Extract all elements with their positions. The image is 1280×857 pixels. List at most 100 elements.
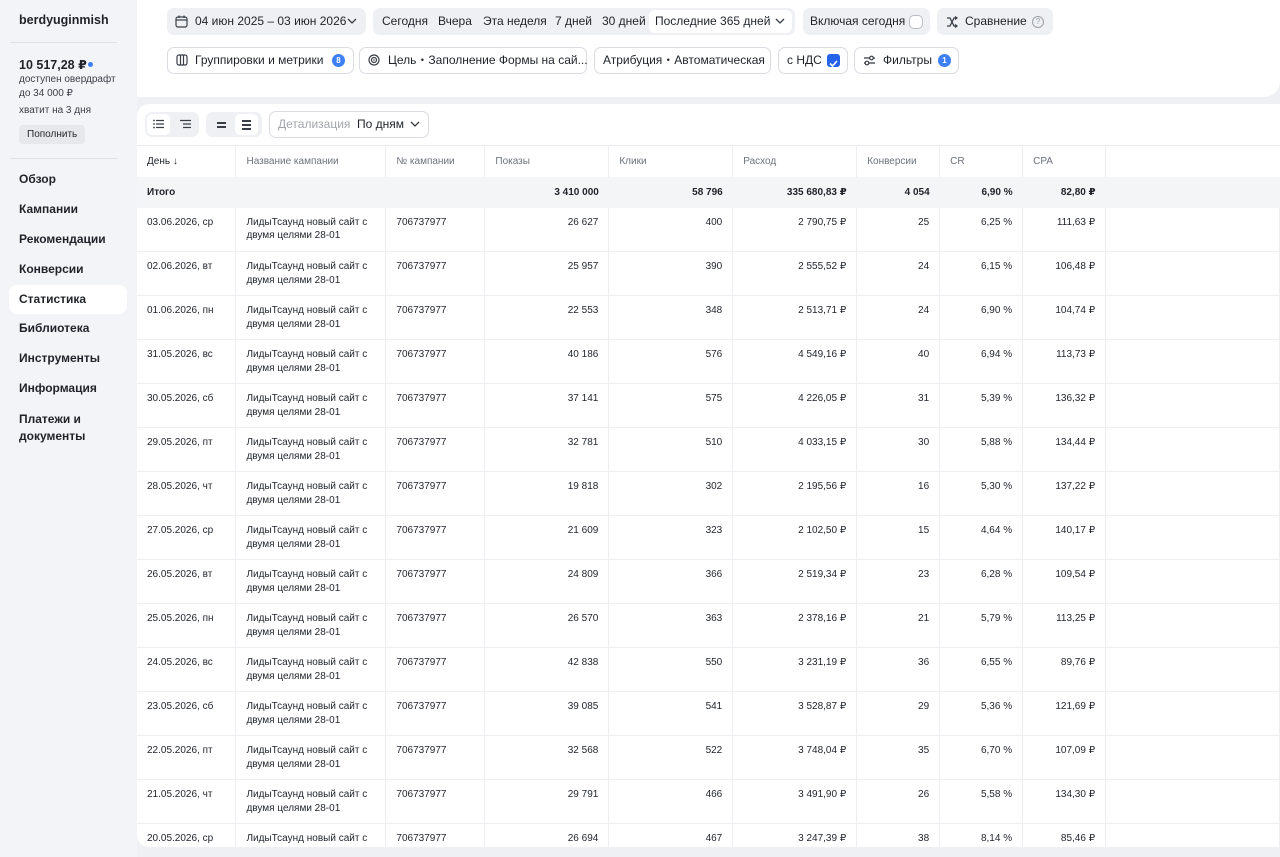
period-this-week[interactable]: Эта неделя [483, 8, 547, 35]
cell-campaign-name[interactable]: ЛидыТсаунд новый сайт с двумя целями 28-… [235, 515, 387, 560]
comfortable-density-button[interactable] [235, 114, 258, 135]
column-header-conversions[interactable]: Конверсии [856, 145, 941, 177]
cell-cpa: 106,48 ₽ [1022, 251, 1107, 296]
compact-density-button[interactable] [210, 114, 233, 135]
table-row[interactable]: 24.05.2026, вс ЛидыТсаунд новый сайт с дв… [137, 647, 1280, 692]
period-365-days[interactable]: Последние 365 дней [649, 10, 792, 33]
column-header-cpa[interactable]: CPA [1022, 145, 1107, 177]
table-row[interactable]: 27.05.2026, ср ЛидыТсаунд новый сайт с дв… [137, 515, 1280, 560]
cell-campaign-name[interactable]: ЛидыТсаунд новый сайт с двумя целями 28-… [235, 647, 387, 692]
filters-button[interactable]: Фильтры 1 [854, 47, 959, 74]
cell-impressions: 26 570 [484, 603, 610, 648]
column-header-cr[interactable]: CR [939, 145, 1024, 177]
cell-spend: 4 033,15 ₽ [732, 427, 858, 472]
list-icon [153, 119, 164, 129]
total-clicks: 58 796 [608, 176, 733, 208]
statistics-panel: Детализация По дням День ↓ Название камп… [137, 104, 1280, 847]
column-header-spend[interactable]: Расход [732, 145, 858, 177]
groupings-count-badge: 8 [332, 54, 345, 67]
date-range-picker[interactable]: 04 июн 2025 – 03 июн 2026 [167, 8, 366, 35]
groupings-metrics-button[interactable]: Группировки и метрики 8 [167, 47, 354, 74]
cell-campaign-name[interactable]: ЛидыТсаунд новый сайт с двумя целями 28-… [235, 471, 387, 516]
cell-cpa: 113,25 ₽ [1022, 603, 1107, 648]
detail-label: Детализация [278, 117, 351, 131]
vat-toggle[interactable]: с НДС [778, 47, 848, 74]
sidebar-item-campaigns[interactable]: Кампании [9, 195, 127, 224]
table-row[interactable]: 22.05.2026, пт ЛидыТсаунд новый сайт с дв… [137, 735, 1280, 780]
table-header: День ↓ Название кампании № кампании Пока… [137, 145, 1280, 177]
cell-campaign-name[interactable]: ЛидыТсаунд новый сайт с двумя целями 28-… [235, 691, 387, 736]
period-7-days[interactable]: 7 дней [555, 8, 592, 35]
sidebar-item-overview[interactable]: Обзор [9, 165, 127, 194]
sidebar-item-statistics[interactable]: Статистика [9, 285, 127, 314]
topup-button[interactable]: Пополнить [19, 125, 86, 144]
cell-campaign-name[interactable]: ЛидыТсаунд новый сайт с двумя целями 28-… [235, 427, 387, 472]
cell-conversions: 16 [856, 471, 941, 516]
days-left-info: хватит на 3 дня [19, 105, 92, 116]
cell-spend: 2 513,71 ₽ [732, 295, 858, 340]
cell-day: 02.06.2026, вт [137, 251, 237, 296]
period-30-days[interactable]: 30 дней [602, 8, 646, 35]
cell-campaign-name[interactable]: ЛидыТсаунд новый сайт с двумя целями 28-… [235, 735, 387, 780]
table-row[interactable]: 28.05.2026, чт ЛидыТсаунд новый сайт с дв… [137, 471, 1280, 516]
attribution-selector[interactable]: Атрибуция・Автоматическая [594, 47, 771, 74]
cell-campaign-name[interactable]: ЛидыТсаунд новый сайт с двумя целями 28-… [235, 559, 387, 604]
sidebar-item-information[interactable]: Информация [9, 374, 127, 403]
table-row[interactable]: 23.05.2026, сб ЛидыТсаунд новый сайт с дв… [137, 691, 1280, 736]
include-today-toggle[interactable]: Включая сегодня [803, 8, 930, 35]
cell-impressions: 26 694 [484, 823, 610, 847]
table-row[interactable]: 25.05.2026, пн ЛидыТсаунд новый сайт с дв… [137, 603, 1280, 648]
detail-selector[interactable]: Детализация По дням [269, 111, 429, 138]
cell-campaign-name[interactable]: ЛидыТсаунд новый сайт с двумя целями 28-… [235, 207, 387, 252]
table-row[interactable]: 31.05.2026, вс ЛидыТсаунд новый сайт с дв… [137, 339, 1280, 384]
cell-campaign-name[interactable]: ЛидыТсаунд новый сайт с двумя целями 28-… [235, 339, 387, 384]
sidebar-item-library[interactable]: Библиотека [9, 314, 127, 343]
cell-cpa: 137,22 ₽ [1022, 471, 1107, 516]
period-today[interactable]: Сегодня [382, 8, 428, 35]
sidebar-item-recommendations[interactable]: Рекомендации [9, 225, 127, 254]
table-row[interactable]: 02.06.2026, вт ЛидыТсаунд новый сайт с дв… [137, 251, 1280, 296]
period-selector: Сегодня Вчера Эта неделя 7 дней 30 дней … [373, 8, 795, 35]
cell-campaign-name[interactable]: ЛидыТсаунд новый сайт с двумя целями 28-… [235, 251, 387, 296]
cell-spend: 3 247,39 ₽ [732, 823, 858, 847]
account-name[interactable]: berdyuginmish [19, 13, 109, 27]
flat-list-view-button[interactable] [147, 114, 170, 135]
cell-campaign-name[interactable]: ЛидыТсаунд новый сайт с двумя целями 28-… [235, 383, 387, 428]
sidebar-item-payments[interactable]: Платежи и документы [9, 411, 109, 447]
column-header-clicks[interactable]: Клики [608, 145, 734, 177]
compact-icon [217, 122, 226, 124]
cell-campaign-name[interactable]: ЛидыТсаунд новый сайт с двумя целями 28-… [235, 603, 387, 648]
table-row[interactable]: 21.05.2026, чт ЛидыТсаунд новый сайт с дв… [137, 779, 1280, 824]
cell-impressions: 29 791 [484, 779, 610, 824]
cell-campaign-id: 706737977 [385, 559, 486, 604]
column-header-impressions[interactable]: Показы [484, 145, 610, 177]
table-row[interactable]: 30.05.2026, сб ЛидыТсаунд новый сайт с дв… [137, 383, 1280, 428]
cell-campaign-name[interactable]: ЛидыТсаунд новый сайт с двумя целями 28-… [235, 823, 387, 847]
table-row[interactable]: 01.06.2026, пн ЛидыТсаунд новый сайт с дв… [137, 295, 1280, 340]
cell-campaign-name[interactable]: ЛидыТсаунд новый сайт с двумя целями 28-… [235, 295, 387, 340]
column-header-day[interactable]: День ↓ [137, 145, 237, 177]
column-header-campaign-name[interactable]: Название кампании [235, 145, 387, 177]
table-row[interactable]: 03.06.2026, ср ЛидыТсаунд новый сайт с дв… [137, 207, 1280, 252]
tree-view-button[interactable] [174, 114, 197, 135]
include-today-checkbox[interactable] [909, 15, 923, 29]
sidebar-item-conversions[interactable]: Конверсии [9, 255, 127, 284]
cell-spend: 2 790,75 ₽ [732, 207, 858, 252]
table-row[interactable]: 29.05.2026, пт ЛидыТсаунд новый сайт с дв… [137, 427, 1280, 472]
cell-day: 31.05.2026, вс [137, 339, 237, 384]
table-row[interactable]: 20.05.2026, срЛидыТсаунд новый сайт с дв… [137, 823, 1280, 847]
help-icon[interactable]: ? [1032, 16, 1044, 28]
compare-button[interactable]: Сравнение ? [937, 8, 1053, 35]
table-row[interactable]: 26.05.2026, вт ЛидыТсаунд новый сайт с дв… [137, 559, 1280, 604]
sidebar-item-tools[interactable]: Инструменты [9, 344, 127, 373]
calendar-icon [175, 15, 188, 28]
column-header-campaign-id[interactable]: № кампании [385, 145, 486, 177]
filters-label: Фильтры [883, 53, 932, 67]
cell-conversions: 26 [856, 779, 941, 824]
vat-checkbox[interactable] [827, 54, 840, 68]
goal-selector[interactable]: Цель・Заполнение Формы на сай... [359, 47, 588, 74]
period-yesterday[interactable]: Вчера [438, 8, 472, 35]
cell-campaign-name[interactable]: ЛидыТсаунд новый сайт с двумя целями 28-… [235, 779, 387, 824]
cell-day: 21.05.2026, чт [137, 779, 237, 824]
filters-icon [864, 55, 875, 66]
